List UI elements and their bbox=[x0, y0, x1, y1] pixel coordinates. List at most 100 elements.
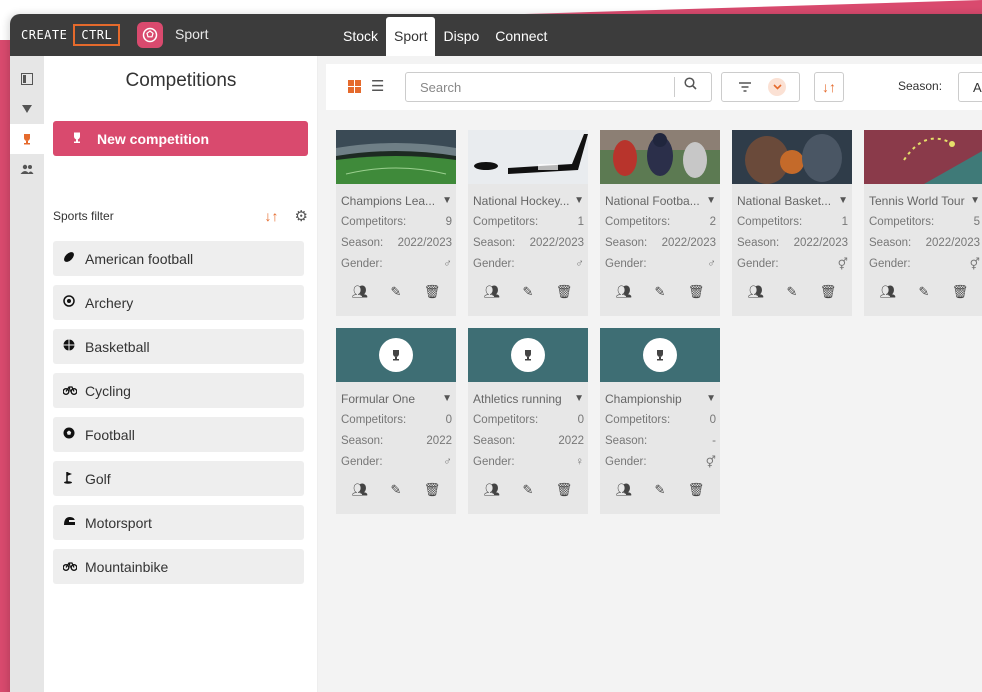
competitors-value: 0 bbox=[709, 413, 716, 426]
sport-item-label: Motorsport bbox=[85, 514, 152, 531]
card-header bbox=[336, 328, 456, 382]
delete-icon[interactable]: 🗑︎ bbox=[420, 284, 444, 300]
app-logo[interactable]: CREATE CTRL bbox=[21, 24, 121, 46]
season-label: Season: bbox=[341, 236, 384, 249]
sort-button[interactable]: ↓↑ bbox=[814, 72, 844, 102]
competitors-icon[interactable]: 👥︎ bbox=[348, 284, 372, 300]
sport-item-football[interactable]: Football bbox=[53, 417, 304, 452]
card-body: National Hockey... ▼ Competitors: 1 Season… bbox=[468, 184, 588, 274]
trophy-icon[interactable] bbox=[10, 124, 44, 154]
sport-item-basketball[interactable]: Basketball bbox=[53, 329, 304, 364]
helmet-icon bbox=[63, 516, 85, 530]
delete-icon[interactable]: 🗑︎ bbox=[552, 284, 576, 300]
toolbar: ☰ ↓↑ Season: A bbox=[326, 64, 982, 110]
card-title: National Basket... bbox=[737, 193, 832, 208]
competitors-icon[interactable]: 👥︎ bbox=[744, 284, 768, 300]
delete-icon[interactable]: 🗑︎ bbox=[684, 482, 708, 498]
season-value: - bbox=[712, 434, 716, 447]
search-icon[interactable] bbox=[684, 77, 697, 93]
competition-card[interactable]: National Footba... ▼ Competitors: 2 Season… bbox=[600, 130, 720, 316]
season-select[interactable]: A bbox=[958, 72, 982, 102]
trophy-icon bbox=[379, 338, 413, 372]
edit-icon[interactable]: ✎ bbox=[780, 284, 804, 300]
sport-item-cycling[interactable]: Cycling bbox=[53, 373, 304, 408]
card-image-basketball bbox=[732, 130, 852, 184]
tab-dispo[interactable]: Dispo bbox=[435, 14, 487, 56]
card-actions: 👥︎ ✎ 🗑︎ bbox=[600, 274, 720, 300]
delete-icon[interactable]: 🗑︎ bbox=[684, 284, 708, 300]
card-image-tennis bbox=[864, 130, 982, 184]
season-value: 2022 bbox=[558, 434, 584, 447]
sport-item-label: Mountainbike bbox=[85, 558, 169, 575]
competition-card[interactable]: National Basket... ▼ Competitors: 1 Season… bbox=[732, 130, 852, 316]
competition-card[interactable]: Formular One ▼ Competitors: 0 Season: 2022 … bbox=[336, 328, 456, 514]
competitors-icon[interactable]: 👥︎ bbox=[480, 284, 504, 300]
competitors-icon[interactable]: 👥︎ bbox=[612, 482, 636, 498]
competitors-label: Competitors: bbox=[341, 215, 407, 228]
gender-label: Gender: bbox=[737, 257, 779, 270]
category-icon: ▼ bbox=[838, 195, 848, 206]
competition-card[interactable]: Tennis World Tour ▼ Competitors: 5 Season:… bbox=[864, 130, 982, 316]
basketball-icon bbox=[63, 339, 85, 354]
season-label: Season: bbox=[898, 79, 943, 93]
sort-icon[interactable]: ↓↑ bbox=[265, 208, 279, 224]
list-view-icon[interactable]: ☰ bbox=[371, 77, 384, 95]
season-label: Season: bbox=[605, 236, 648, 249]
sport-item-motorsport[interactable]: Motorsport bbox=[53, 505, 304, 540]
competitors-icon[interactable]: 👥︎ bbox=[480, 482, 504, 498]
card-actions: 👥︎ ✎ 🗑︎ bbox=[864, 274, 982, 300]
gender-label: Gender: bbox=[473, 455, 515, 468]
sport-item-mountainbike[interactable]: Mountainbike bbox=[53, 549, 304, 584]
competition-card[interactable]: Champions Lea... ▼ Competitors: 9 Season: 2… bbox=[336, 130, 456, 316]
competition-card[interactable]: Championship ▼ Competitors: 0 Season: - Gen… bbox=[600, 328, 720, 514]
edit-icon[interactable]: ✎ bbox=[384, 284, 408, 300]
competitors-icon[interactable]: 👥︎ bbox=[876, 284, 900, 300]
tab-connect[interactable]: Connect bbox=[487, 14, 555, 56]
chevron-down-icon bbox=[768, 78, 786, 96]
delete-icon[interactable]: 🗑︎ bbox=[816, 284, 840, 300]
card-title: Athletics running bbox=[473, 391, 562, 406]
competition-category-icon[interactable] bbox=[10, 94, 44, 124]
card-body: Tennis World Tour ▼ Competitors: 5 Season:… bbox=[864, 184, 982, 274]
edit-icon[interactable]: ✎ bbox=[516, 284, 540, 300]
sport-item-label: Golf bbox=[85, 470, 111, 487]
sport-item-archery[interactable]: Archery bbox=[53, 285, 304, 320]
delete-icon[interactable]: 🗑︎ bbox=[948, 284, 972, 300]
category-icon: ▼ bbox=[706, 393, 716, 404]
competitors-icon[interactable]: 👥︎ bbox=[612, 284, 636, 300]
filter-dropdown-button[interactable] bbox=[721, 72, 800, 102]
competitors-value: 9 bbox=[445, 215, 452, 228]
tab-stock[interactable]: Stock bbox=[335, 14, 386, 56]
competitors-label: Competitors: bbox=[341, 413, 407, 426]
season-value: 2022/2023 bbox=[793, 236, 848, 249]
main-tabs: Stock Sport Dispo Connect bbox=[335, 14, 555, 56]
gender-female-icon: ♀ bbox=[575, 455, 584, 468]
trophy-icon bbox=[511, 338, 545, 372]
edit-icon[interactable]: ✎ bbox=[516, 482, 540, 498]
delete-icon[interactable]: 🗑︎ bbox=[552, 482, 576, 498]
gear-icon[interactable]: ⚙ bbox=[295, 207, 308, 225]
edit-icon[interactable]: ✎ bbox=[648, 284, 672, 300]
grid-view-icon[interactable] bbox=[348, 80, 361, 93]
competition-card[interactable]: Athletics running ▼ Competitors: 0 Season:… bbox=[468, 328, 588, 514]
delete-icon[interactable]: 🗑︎ bbox=[420, 482, 444, 498]
collapse-panel-icon[interactable] bbox=[10, 64, 44, 94]
competitors-icon[interactable]: 👥︎ bbox=[348, 482, 372, 498]
tab-sport[interactable]: Sport bbox=[386, 17, 436, 56]
competition-card[interactable]: National Hockey... ▼ Competitors: 1 Season… bbox=[468, 130, 588, 316]
app-window: CREATE CTRL Sport Stock Sport Dispo Conn… bbox=[10, 14, 982, 692]
season-label: Season: bbox=[869, 236, 912, 249]
sort-icon: ↓↑ bbox=[822, 79, 836, 95]
sport-item-golf[interactable]: Golf bbox=[53, 461, 304, 496]
season-value: 2022/2023 bbox=[397, 236, 452, 249]
new-competition-button[interactable]: New competition bbox=[53, 121, 308, 156]
sport-item-american-football[interactable]: American football bbox=[53, 241, 304, 276]
edit-icon[interactable]: ✎ bbox=[912, 284, 936, 300]
edit-icon[interactable]: ✎ bbox=[648, 482, 672, 498]
users-icon[interactable] bbox=[10, 154, 44, 184]
search-input[interactable] bbox=[406, 73, 674, 101]
sport-module-icon bbox=[137, 22, 163, 48]
edit-icon[interactable]: ✎ bbox=[384, 482, 408, 498]
sport-item-label: Football bbox=[85, 426, 135, 443]
season-value: 2022 bbox=[426, 434, 452, 447]
